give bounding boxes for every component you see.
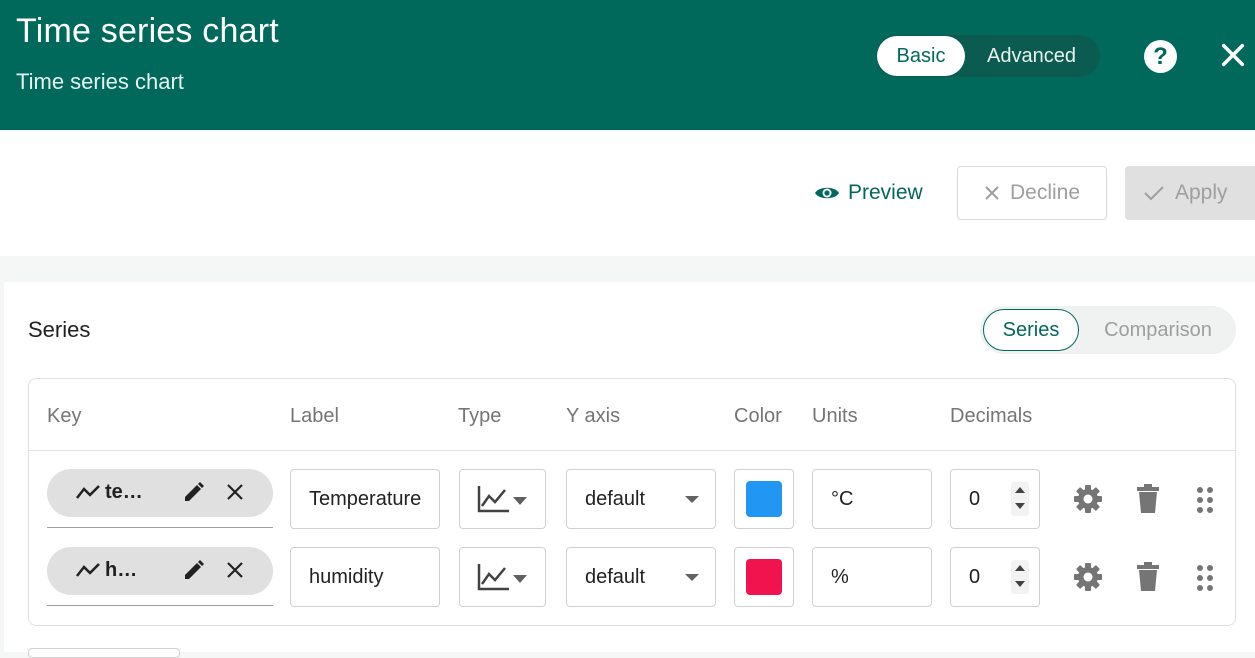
decline-button[interactable]: Decline	[957, 166, 1107, 220]
column-header-color: Color	[734, 405, 782, 427]
check-icon	[1144, 186, 1164, 201]
chip-underline	[47, 527, 273, 528]
delete-icon[interactable]	[1136, 562, 1160, 592]
tab-comparison[interactable]: Comparison	[1084, 309, 1232, 351]
color-picker[interactable]	[734, 547, 794, 607]
decimals-input[interactable]: 0	[950, 469, 1040, 529]
line-chart-icon	[477, 486, 527, 513]
column-header-units: Units	[812, 405, 858, 427]
tab-series[interactable]: Series	[983, 309, 1079, 351]
line-chart-icon	[477, 564, 527, 591]
settings-icon[interactable]	[1072, 483, 1104, 515]
series-type-select[interactable]	[459, 469, 546, 529]
color-picker[interactable]	[734, 469, 794, 529]
y-axis-value: default	[585, 565, 646, 588]
mode-advanced-button[interactable]: Advanced	[971, 36, 1092, 76]
remove-icon[interactable]	[225, 482, 245, 502]
stepper-down-icon[interactable]	[1015, 581, 1025, 587]
mode-basic-button[interactable]: Basic	[877, 36, 965, 76]
table-header: Key Label Type Y axis Color Units Decima…	[29, 379, 1235, 451]
decimals-value: 0	[969, 487, 981, 510]
decimals-stepper[interactable]	[1011, 560, 1029, 594]
column-header-label: Label	[290, 405, 339, 427]
dialog-title: Time series chart	[16, 12, 279, 50]
preview-button[interactable]: Preview	[814, 166, 923, 220]
series-comparison-switch: Series Comparison	[980, 306, 1236, 354]
decimals-input[interactable]: 0	[950, 547, 1040, 607]
trend-icon	[76, 485, 100, 499]
color-swatch	[746, 559, 782, 595]
chevron-down-icon	[685, 574, 699, 581]
stepper-down-icon[interactable]	[1015, 503, 1025, 509]
column-header-key: Key	[47, 405, 82, 427]
decimals-stepper[interactable]	[1011, 482, 1029, 516]
series-label-input[interactable]: Temperature	[290, 469, 440, 529]
preview-label: Preview	[848, 181, 923, 204]
add-series-button[interactable]	[28, 648, 180, 658]
y-axis-value: default	[585, 487, 646, 510]
color-swatch	[746, 481, 782, 517]
series-label-input[interactable]: humidity	[290, 547, 440, 607]
dialog-subtitle: Time series chart	[16, 69, 184, 94]
series-type-select[interactable]	[459, 547, 546, 607]
units-input[interactable]: %	[812, 547, 932, 607]
trend-icon	[76, 563, 100, 577]
mode-toggle: Basic Advanced	[876, 35, 1100, 77]
column-header-y-axis: Y axis	[566, 405, 621, 427]
stepper-up-icon[interactable]	[1015, 487, 1025, 493]
decimals-value: 0	[969, 565, 981, 588]
drag-handle-icon[interactable]	[1196, 564, 1214, 592]
delete-icon[interactable]	[1136, 484, 1160, 514]
y-axis-select[interactable]: default	[566, 547, 716, 607]
y-axis-select[interactable]: default	[566, 469, 716, 529]
decline-label: Decline	[1009, 181, 1081, 204]
settings-icon[interactable]	[1072, 561, 1104, 593]
edit-icon[interactable]	[182, 480, 206, 504]
help-icon[interactable]: ?	[1144, 40, 1177, 73]
data-key-label: temperature	[105, 481, 145, 503]
column-header-decimals: Decimals	[950, 405, 1033, 427]
close-icon	[985, 186, 999, 200]
close-icon[interactable]	[1219, 41, 1247, 69]
data-key-chip[interactable]: temperature	[47, 469, 273, 517]
drag-handle-icon[interactable]	[1196, 486, 1214, 514]
data-key-chip[interactable]: humidity	[47, 547, 273, 595]
apply-label: Apply	[1175, 181, 1228, 204]
edit-icon[interactable]	[182, 558, 206, 582]
units-input[interactable]: °C	[812, 469, 932, 529]
data-key-label: humidity	[105, 559, 145, 581]
column-header-type: Type	[458, 405, 502, 427]
eye-icon	[815, 187, 839, 199]
chevron-down-icon	[685, 496, 699, 503]
series-section-title: Series	[28, 317, 91, 342]
chip-underline	[47, 605, 273, 606]
stepper-up-icon[interactable]	[1015, 565, 1025, 571]
apply-button[interactable]: Apply	[1125, 166, 1255, 220]
remove-icon[interactable]	[225, 560, 245, 580]
